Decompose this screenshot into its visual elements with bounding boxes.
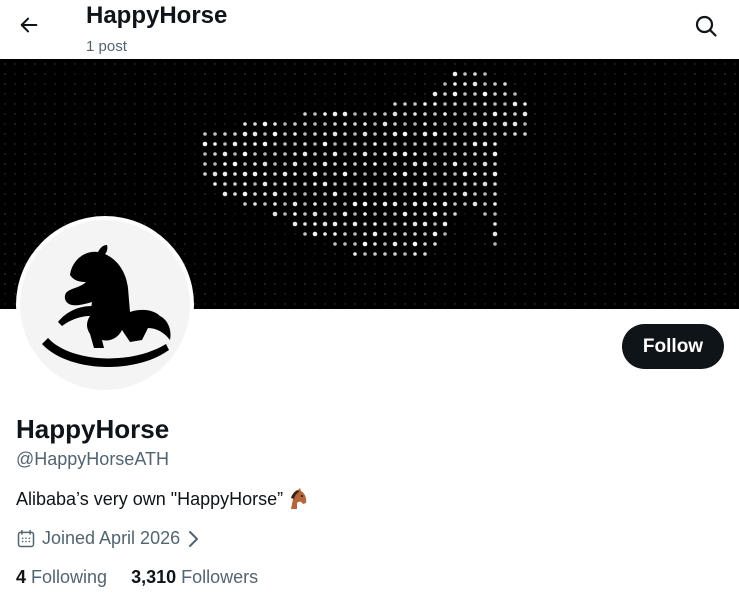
search-icon — [695, 15, 717, 37]
following-label: Following — [31, 567, 108, 587]
avatar-image — [20, 220, 190, 390]
followers-count: 3,310 — [131, 567, 177, 587]
back-button[interactable] — [12, 8, 46, 42]
followers-link[interactable]: 3,310 Followers — [131, 567, 258, 588]
profile-display-name: HappyHorse — [16, 414, 170, 444]
avatar[interactable] — [16, 216, 194, 394]
follow-stats: 4 Following 3,310 Followers — [16, 567, 258, 588]
search-button[interactable] — [689, 9, 723, 43]
profile-bio: Alibaba’s very own "HappyHorse” — [16, 487, 309, 511]
rocking-horse-icon — [42, 245, 171, 368]
joined-date[interactable]: Joined April 2026 — [16, 528, 200, 549]
top-bar: HappyHorse 1 post — [0, 0, 739, 59]
header-title-block: HappyHorse 1 post — [86, 2, 227, 55]
following-count: 4 — [16, 567, 27, 587]
post-count: 1 post — [86, 38, 127, 55]
chevron-right-icon — [189, 530, 199, 547]
calendar-icon — [17, 529, 35, 547]
following-link[interactable]: 4 Following — [16, 567, 107, 588]
follow-button[interactable]: Follow — [622, 324, 724, 369]
bio-text: Alibaba’s very own "HappyHorse” — [16, 488, 284, 509]
horse-face-emoji — [291, 488, 307, 509]
followers-label: Followers — [181, 567, 259, 587]
joined-text: Joined April 2026 — [42, 528, 181, 548]
arrow-left-icon — [20, 17, 38, 33]
profile-handle: @HappyHorseATH — [16, 449, 169, 469]
page-title: HappyHorse — [86, 2, 228, 29]
